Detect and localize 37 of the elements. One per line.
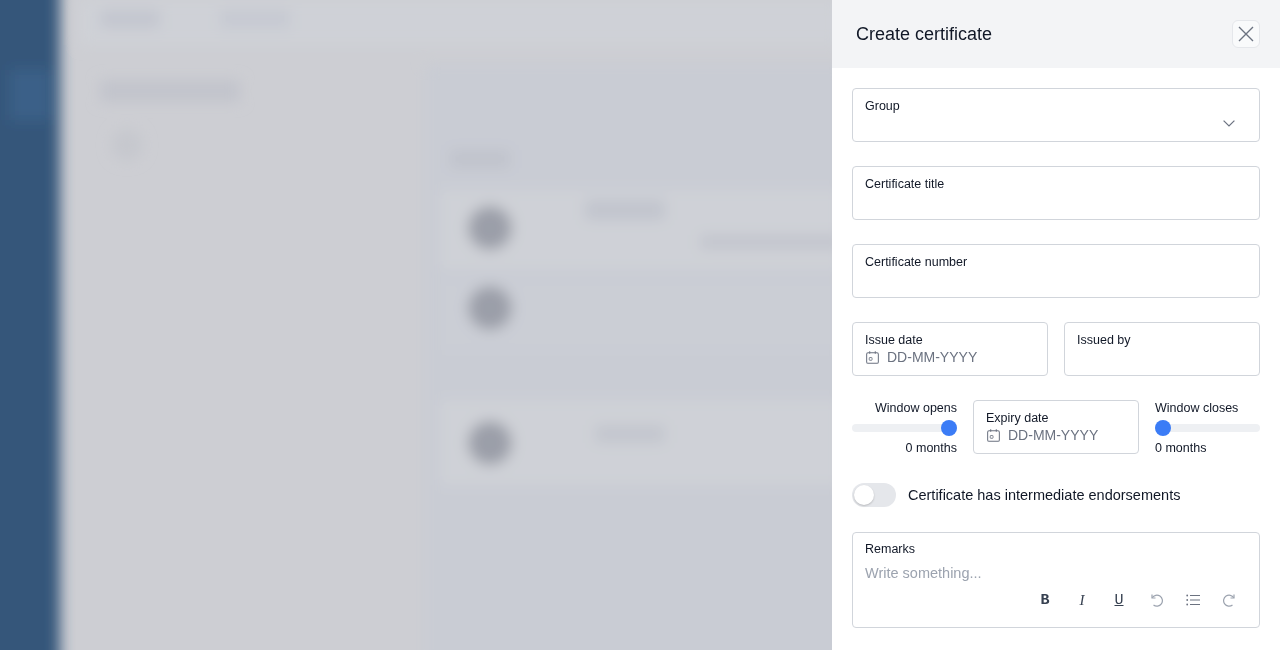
text-input-field[interactable]: Certificate number <box>852 244 1260 298</box>
calendar-icon <box>987 428 1000 442</box>
slider-thumb[interactable] <box>941 420 957 436</box>
editor-placeholder: Write something... <box>865 564 982 583</box>
date-placeholder: DD-MM-YYYY <box>1008 426 1099 444</box>
list-icon <box>1186 594 1200 606</box>
field-label: Certificate title <box>865 176 945 192</box>
slider-thumb[interactable] <box>1155 420 1171 436</box>
field-label: Group <box>865 98 900 114</box>
date-input-field[interactable]: Issue date DD-MM-YYYY <box>852 322 1048 376</box>
close-button[interactable] <box>1232 20 1260 48</box>
toggle-switch[interactable] <box>852 483 896 507</box>
field-label: Issue date <box>865 332 923 348</box>
close-icon <box>1238 26 1254 42</box>
slider-reading: 0 months <box>905 440 957 456</box>
slider-label: Window opens <box>875 400 957 416</box>
field-label: Remarks <box>865 541 915 557</box>
calendar-icon <box>866 350 879 364</box>
text-input-field[interactable]: Issued by <box>1064 322 1260 376</box>
field-label: Issued by <box>1077 332 1131 348</box>
group-select[interactable]: Group <box>852 88 1260 142</box>
field-label: Certificate number <box>865 254 968 270</box>
chevron-down-icon <box>1223 119 1235 127</box>
bold-button[interactable]: B <box>1031 586 1059 614</box>
slider-label: Window closes <box>1155 400 1239 416</box>
slider-reading: 0 months <box>1155 440 1207 456</box>
undo-icon <box>1149 593 1163 607</box>
field-label: Expiry date <box>986 410 1049 426</box>
underline-button[interactable]: U <box>1105 586 1133 614</box>
drawer-title: Create certificate <box>856 23 993 45</box>
date-placeholder: DD-MM-YYYY <box>887 348 978 366</box>
date-input-field[interactable]: Expiry date DD-MM-YYYY <box>973 400 1139 454</box>
redo-icon <box>1223 593 1237 607</box>
italic-button[interactable]: I <box>1068 586 1096 614</box>
text-input-field[interactable]: Certificate title <box>852 166 1260 220</box>
toggle-label: Certificate has intermediate endorsements <box>908 487 1181 503</box>
remarks-editor[interactable]: Remarks Write something... B I U <box>852 532 1260 628</box>
